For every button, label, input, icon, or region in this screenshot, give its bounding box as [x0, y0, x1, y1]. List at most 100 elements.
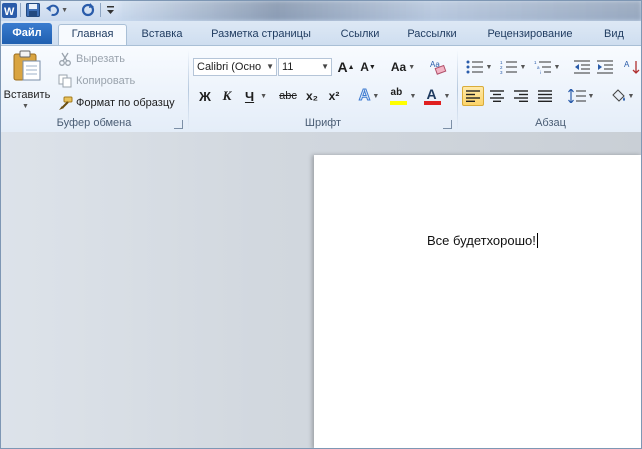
- superscript-label: x²: [328, 89, 340, 103]
- line-spacing-button[interactable]: ▼: [566, 86, 596, 106]
- numbering-icon: 123: [500, 60, 517, 74]
- paragraph-group-label: Абзац: [535, 117, 566, 129]
- shading-dropdown-icon[interactable]: ▼: [628, 93, 635, 100]
- font-color-swatch: [423, 101, 441, 105]
- decrease-indent-button[interactable]: [571, 57, 593, 77]
- text-effects-button[interactable]: A ▼: [354, 86, 384, 106]
- bold-button[interactable]: Ж: [195, 86, 215, 106]
- clipboard-group-label: Буфер обмена: [56, 117, 132, 129]
- increase-indent-button[interactable]: [594, 57, 616, 77]
- tab-review[interactable]: Рецензирование: [476, 25, 584, 45]
- bullets-dropdown-icon[interactable]: ▼: [486, 64, 493, 71]
- shading-button[interactable]: ▼: [606, 86, 638, 106]
- font-dialog-launcher-icon[interactable]: [443, 120, 452, 129]
- underline-dropdown-icon[interactable]: ▼: [260, 93, 267, 100]
- svg-text:3: 3: [500, 70, 503, 74]
- copy-icon: [57, 73, 73, 89]
- text-effects-dropdown-icon[interactable]: ▼: [372, 93, 379, 100]
- document-text: Все будетхорошо!: [427, 233, 536, 248]
- bullets-button[interactable]: ▼: [464, 57, 494, 77]
- tab-insert[interactable]: Вставка: [134, 25, 190, 45]
- grow-font-label: A: [337, 59, 348, 75]
- tab-home[interactable]: Главная: [58, 24, 127, 46]
- numbering-dropdown-icon[interactable]: ▼: [520, 64, 527, 71]
- svg-text:A: A: [624, 60, 630, 69]
- change-case-dropdown-icon[interactable]: ▼: [408, 64, 415, 71]
- line-spacing-dropdown-icon[interactable]: ▼: [588, 93, 595, 100]
- underline-button[interactable]: Ч ▼: [242, 86, 270, 106]
- copy-button[interactable]: Копировать: [57, 72, 135, 90]
- quick-access-toolbar: W ▼: [0, 0, 642, 21]
- text-effects-label: A: [358, 87, 371, 105]
- multilevel-list-button[interactable]: 1 a i ▼: [532, 57, 562, 77]
- align-right-button[interactable]: [510, 86, 532, 106]
- numbering-button[interactable]: 1 2 3 ▼: [497, 57, 529, 77]
- subscript-label: x₂: [305, 89, 318, 103]
- clipboard-dialog-launcher-icon[interactable]: [174, 120, 183, 129]
- sort-icon: A: [624, 60, 640, 74]
- italic-button[interactable]: К: [217, 86, 237, 106]
- document-page[interactable]: [314, 155, 642, 449]
- multilevel-dropdown-icon[interactable]: ▼: [554, 64, 561, 71]
- change-case-button[interactable]: Aa ▼: [390, 57, 416, 77]
- font-color-label: A: [426, 86, 437, 102]
- copy-label: Копировать: [76, 75, 136, 87]
- align-left-button[interactable]: [462, 86, 484, 106]
- undo-icon[interactable]: ▼: [46, 2, 68, 18]
- font-color-button[interactable]: A ▼: [421, 86, 453, 106]
- scissors-icon: [57, 51, 73, 67]
- shrink-font-button[interactable]: A ▼: [358, 57, 378, 77]
- tab-view[interactable]: Вид: [594, 25, 634, 45]
- redo-icon[interactable]: [80, 2, 96, 18]
- tab-mailings[interactable]: Рассылки: [398, 25, 466, 45]
- paste-button[interactable]: Вставить ▼: [4, 50, 50, 112]
- title-bar-blurred: [120, 0, 642, 21]
- highlight-button[interactable]: ab ▼: [387, 86, 419, 106]
- multilevel-list-icon: 1ai: [534, 60, 551, 74]
- undo-dropdown-icon[interactable]: ▼: [61, 7, 68, 14]
- clear-formatting-icon: Aa: [430, 60, 447, 75]
- customize-qat-icon[interactable]: [104, 2, 116, 18]
- align-center-button[interactable]: [486, 86, 508, 106]
- subscript-button[interactable]: x₂: [302, 86, 322, 106]
- font-group-label: Шрифт: [304, 117, 342, 129]
- shrink-font-label: A: [360, 60, 369, 74]
- font-name-value: Calibri (Осно: [197, 61, 262, 73]
- format-painter-icon: [57, 95, 73, 111]
- font-size-dropdown-icon[interactable]: ▼: [321, 59, 329, 75]
- justify-button[interactable]: [534, 86, 556, 106]
- highlight-label: ab: [390, 87, 403, 98]
- sort-button[interactable]: A: [622, 57, 642, 77]
- tab-file[interactable]: Файл: [2, 23, 52, 44]
- format-painter-button[interactable]: Формат по образцу: [57, 94, 175, 112]
- highlight-icon: ab: [389, 87, 408, 105]
- italic-label: К: [222, 88, 232, 103]
- font-color-icon: A: [423, 86, 442, 105]
- font-color-dropdown-icon[interactable]: ▼: [444, 93, 451, 100]
- tab-references[interactable]: Ссылки: [333, 25, 387, 45]
- font-size-combobox[interactable]: 11 ▼: [278, 58, 332, 76]
- cut-button[interactable]: Вырезать: [57, 50, 125, 68]
- font-name-dropdown-icon[interactable]: ▼: [266, 59, 274, 75]
- paste-dropdown-icon[interactable]: ▼: [22, 103, 29, 110]
- line-spacing-icon: [567, 89, 586, 103]
- highlight-dropdown-icon[interactable]: ▼: [410, 93, 417, 100]
- decrease-indent-icon: [574, 60, 590, 74]
- save-icon[interactable]: [24, 2, 42, 18]
- word-app-icon[interactable]: W: [1, 2, 17, 18]
- font-name-combobox[interactable]: Calibri (Осно ▼: [193, 58, 277, 76]
- paste-icon: [13, 50, 41, 81]
- underline-label: Ч: [244, 88, 255, 104]
- change-case-label: Aa: [390, 60, 407, 74]
- font-size-value: 11: [282, 61, 294, 73]
- highlight-color-swatch: [389, 101, 407, 105]
- clear-formatting-button[interactable]: Aa: [428, 56, 448, 76]
- grow-font-button[interactable]: A ▲: [336, 57, 356, 77]
- strikethrough-button[interactable]: abc: [276, 86, 300, 106]
- shrink-arrow-icon: ▼: [368, 63, 376, 71]
- word-window: W ▼ Файл Главная Вставка Разметка страни…: [0, 0, 642, 449]
- document-text-line[interactable]: Все будетхорошо!: [427, 233, 538, 248]
- align-right-icon: [514, 90, 528, 102]
- tab-page-layout[interactable]: Разметка страницы: [200, 25, 322, 45]
- superscript-button[interactable]: x²: [324, 86, 344, 106]
